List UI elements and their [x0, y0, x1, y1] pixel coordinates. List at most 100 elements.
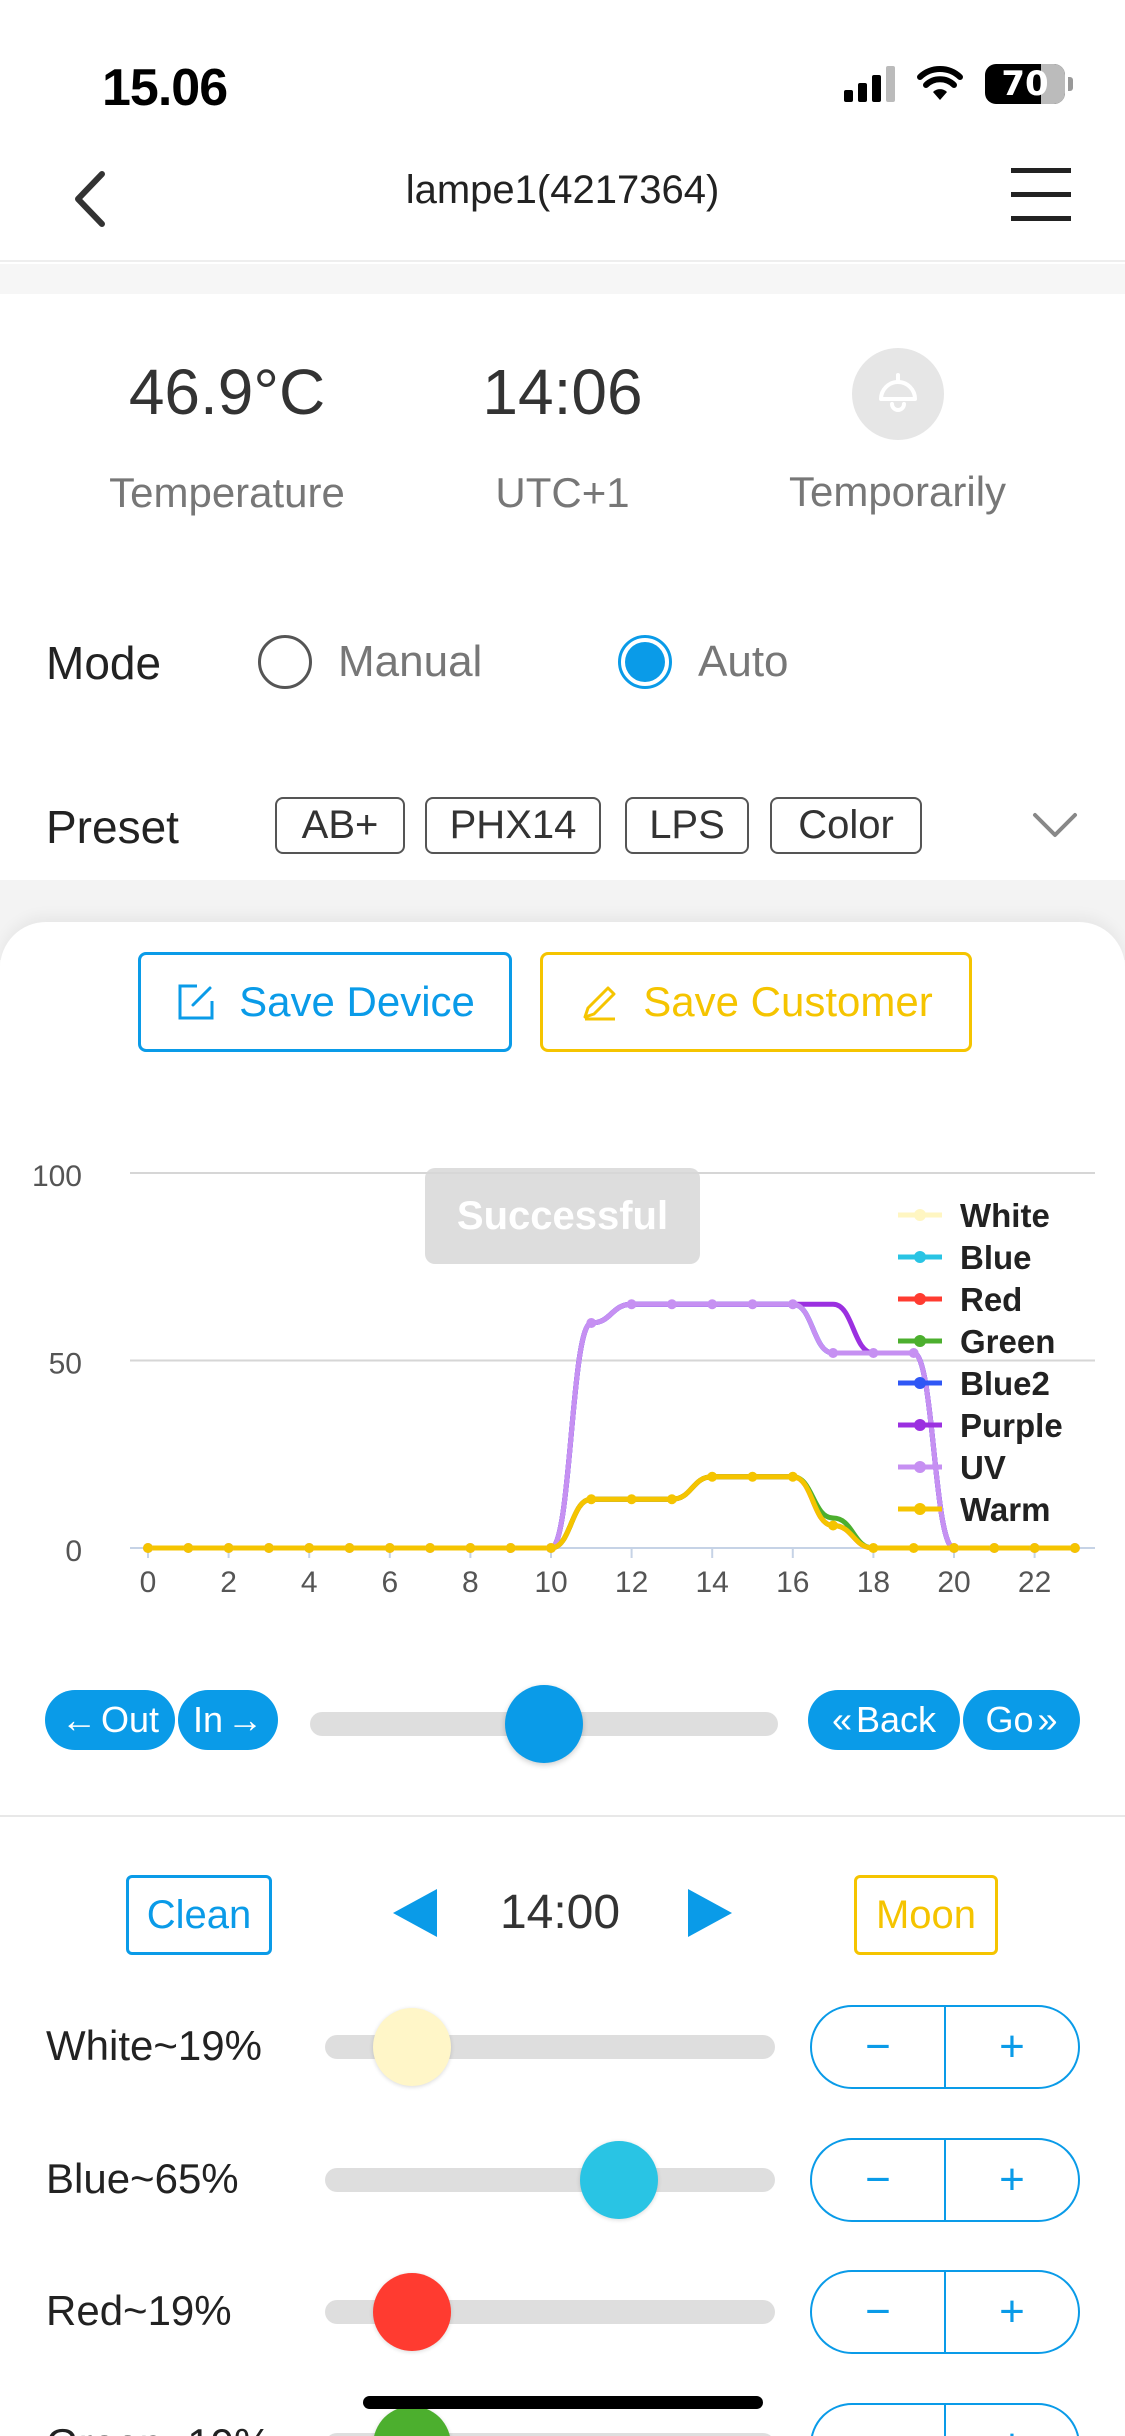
lamp-state-button[interactable] — [851, 348, 944, 440]
radio-checked-icon — [618, 635, 672, 689]
channel-slider-track[interactable] — [325, 2168, 775, 2192]
temperature-value: 46.9°C — [128, 356, 326, 428]
legend-marker — [914, 1209, 926, 1221]
preset-tag-color[interactable]: Color — [770, 797, 922, 854]
channel-stepper: −+ — [810, 2270, 1080, 2354]
data-point-warm — [304, 1543, 315, 1553]
chevron-down-icon[interactable] — [1030, 808, 1080, 842]
channel-label: Red~19% — [46, 2287, 232, 2334]
increase-button[interactable]: + — [944, 2007, 1078, 2087]
lamp-state-label: Temporarily — [788, 468, 1007, 515]
channel-slider-thumb[interactable] — [580, 2141, 658, 2219]
data-point-warm — [143, 1543, 153, 1553]
temperature-label: Temperature — [109, 469, 345, 516]
mode-auto-radio[interactable]: Auto — [618, 635, 789, 689]
channel-label: Blue~65% — [46, 2155, 239, 2202]
status-time: 15.06 — [102, 59, 228, 117]
back-button[interactable]: « Back — [808, 1690, 960, 1750]
zoom-out-button[interactable]: ← Out — [45, 1690, 175, 1750]
data-point-warm — [344, 1543, 355, 1553]
zoom-in-button[interactable]: In → — [178, 1690, 278, 1750]
data-point-warm — [586, 1494, 597, 1505]
data-point-warm — [384, 1543, 395, 1553]
x-tick-label: 4 — [301, 1566, 318, 1599]
clean-button[interactable]: Clean — [126, 1875, 272, 1955]
legend-label: Blue2 — [960, 1365, 1050, 1402]
legend-marker — [914, 1461, 926, 1473]
increase-button[interactable]: + — [944, 2140, 1078, 2220]
data-point-warm — [626, 1494, 637, 1505]
channel-slider-thumb[interactable] — [373, 2273, 451, 2351]
previous-time-icon[interactable] — [393, 1889, 437, 1937]
save-device-label: Save Device — [239, 978, 475, 1025]
data-point-warm — [1069, 1543, 1080, 1553]
data-point-warm — [465, 1543, 476, 1553]
preset-tag-lps[interactable]: LPS — [625, 797, 749, 854]
legend-label: Red — [960, 1281, 1022, 1318]
success-toast: Successful — [425, 1168, 700, 1264]
data-point-warm — [707, 1471, 718, 1482]
legend-marker — [914, 1503, 926, 1515]
data-point-warm — [505, 1543, 516, 1553]
preset-tag-ab[interactable]: AB+ — [275, 797, 405, 854]
x-tick-label: 16 — [776, 1566, 809, 1599]
data-point-uv — [626, 1299, 637, 1310]
next-time-icon[interactable] — [688, 1889, 732, 1937]
y-tick-label: 100 — [32, 1160, 82, 1193]
data-point-uv — [747, 1299, 758, 1310]
legend-label: Warm — [960, 1491, 1050, 1528]
legend-label: Green — [960, 1323, 1055, 1360]
timeline-slider-thumb[interactable] — [505, 1685, 583, 1763]
section-separator — [0, 264, 1125, 294]
data-point-warm — [425, 1543, 436, 1553]
status-icons: 70 — [844, 64, 1073, 104]
data-point-warm — [828, 1520, 839, 1531]
x-tick-label: 8 — [462, 1566, 479, 1599]
temperature-block: 46.9°C Temperature — [86, 355, 368, 517]
zoom-in-label: In — [192, 1699, 224, 1740]
preset-label: Preset — [46, 801, 179, 853]
save-customer-button[interactable]: Save Customer — [540, 952, 972, 1052]
legend-label: UV — [960, 1449, 1006, 1486]
x-tick-label: 22 — [1018, 1566, 1051, 1599]
data-point-warm — [1029, 1543, 1040, 1553]
preset-tag-phx14[interactable]: PHX14 — [425, 797, 601, 854]
data-point-warm — [747, 1471, 758, 1482]
battery-icon: 70 — [985, 64, 1073, 104]
legend-marker — [914, 1419, 926, 1431]
moon-button[interactable]: Moon — [854, 1875, 998, 1955]
channel-label: Green~19% — [46, 2420, 271, 2436]
channel-slider-thumb[interactable] — [373, 2008, 451, 2086]
x-tick-label: 2 — [220, 1566, 237, 1599]
decrease-button[interactable]: − — [812, 2007, 944, 2087]
data-point-warm — [989, 1543, 1000, 1553]
increase-button[interactable]: + — [944, 2405, 1078, 2436]
decrease-button[interactable]: − — [812, 2140, 944, 2220]
nav-bar: lampe1(4217364) — [0, 140, 1125, 262]
data-point-uv — [787, 1299, 798, 1310]
data-point-uv — [707, 1299, 718, 1310]
arrow-left-icon: ← — [60, 1699, 97, 1740]
channel-stepper: −+ — [810, 2005, 1080, 2089]
mode-manual-label: Manual — [338, 637, 483, 686]
increase-button[interactable]: + — [944, 2272, 1078, 2352]
data-point-warm — [949, 1543, 959, 1553]
mode-manual-radio[interactable]: Manual — [258, 635, 482, 689]
x-tick-label: 18 — [857, 1566, 890, 1599]
decrease-button[interactable]: − — [812, 2405, 944, 2436]
save-device-button[interactable]: Save Device — [138, 952, 512, 1052]
double-chevron-right-icon: » — [1037, 1699, 1058, 1740]
clock-block: 14:06 UTC+1 — [460, 355, 665, 517]
go-button[interactable]: Go » — [963, 1690, 1080, 1750]
data-point-uv — [666, 1299, 677, 1310]
menu-icon[interactable] — [1009, 162, 1073, 228]
cellular-signal-icon — [844, 66, 895, 102]
lamp-icon — [878, 373, 917, 412]
decrease-button[interactable]: − — [812, 2272, 944, 2352]
x-tick-label: 12 — [615, 1566, 648, 1599]
mode-auto-label: Auto — [698, 637, 789, 686]
legend-label: Blue — [960, 1239, 1032, 1276]
back-label: Back — [855, 1699, 937, 1740]
lamp-state-block[interactable]: Temporarily — [760, 348, 1035, 516]
legend-label: White — [960, 1197, 1050, 1234]
